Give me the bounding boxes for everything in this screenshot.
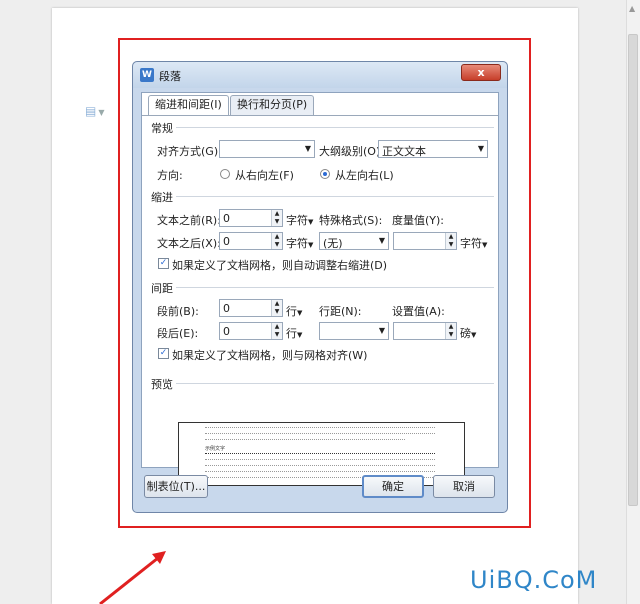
red-arrow-annotation xyxy=(99,551,166,604)
vertical-scrollbar[interactable]: ▲ xyxy=(626,0,640,604)
paragraph-marker-icon[interactable]: ▤ ▼ xyxy=(85,104,105,118)
arrow-shaft xyxy=(99,556,159,604)
highlight-frame xyxy=(118,38,531,528)
scroll-up-arrow-icon[interactable]: ▲ xyxy=(629,4,637,13)
watermark-text: UiBQ.CoM xyxy=(470,566,598,594)
scroll-thumb[interactable] xyxy=(628,34,638,506)
